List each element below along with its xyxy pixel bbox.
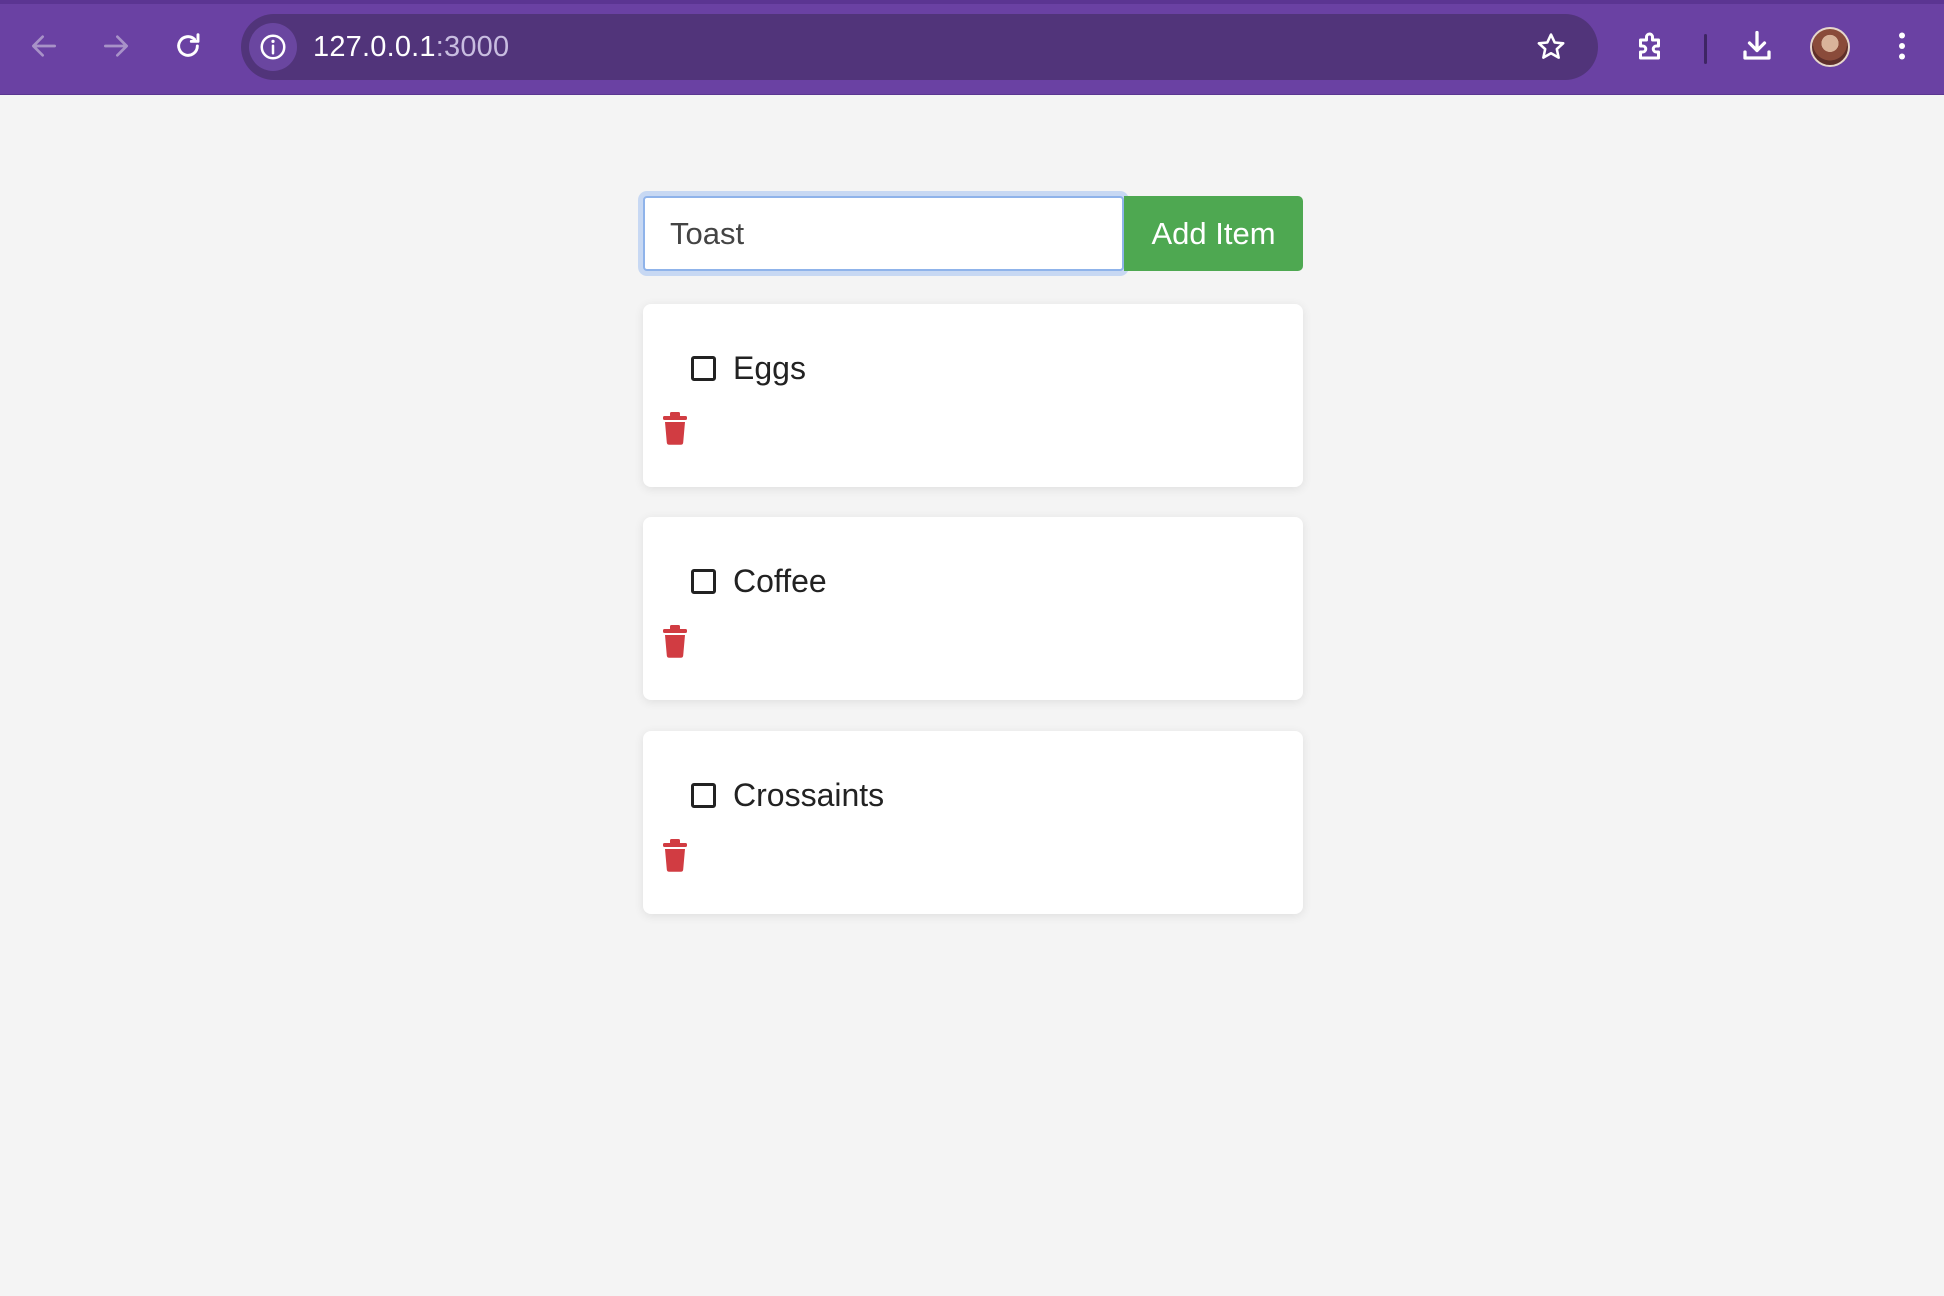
forward-button[interactable] bbox=[92, 22, 140, 70]
forward-arrow-icon bbox=[104, 35, 128, 57]
site-info-icon bbox=[260, 34, 286, 60]
site-info-button[interactable] bbox=[249, 23, 297, 71]
more-menu-icon bbox=[1899, 32, 1905, 60]
back-arrow-icon bbox=[32, 35, 56, 57]
list-item: Crossaints bbox=[643, 731, 1303, 914]
item-label: Coffee bbox=[733, 563, 827, 599]
url-host: 127.0.0.1 bbox=[313, 31, 436, 63]
download-icon bbox=[1743, 30, 1771, 60]
add-item-form: Add Item bbox=[643, 196, 1303, 271]
trash-icon[interactable] bbox=[660, 411, 690, 445]
item-checkbox[interactable] bbox=[691, 569, 716, 594]
extensions-icon bbox=[1639, 32, 1660, 60]
item-input[interactable] bbox=[643, 196, 1124, 271]
browser-toolbar: 127.0.0.1:3000 bbox=[0, 0, 1944, 95]
tab-strip-edge bbox=[0, 0, 1944, 4]
list-item: Eggs bbox=[643, 304, 1303, 487]
toolbar-divider bbox=[1704, 34, 1707, 64]
item-checkbox[interactable] bbox=[691, 783, 716, 808]
trash-icon[interactable] bbox=[660, 624, 690, 658]
extensions-button[interactable] bbox=[1629, 24, 1673, 68]
url-port: :3000 bbox=[435, 31, 510, 63]
more-menu-button[interactable] bbox=[1880, 24, 1924, 68]
item-checkbox[interactable] bbox=[691, 356, 716, 381]
item-label: Eggs bbox=[733, 350, 806, 386]
star-icon[interactable] bbox=[1534, 30, 1568, 64]
avatar[interactable] bbox=[1810, 27, 1850, 67]
reload-button[interactable] bbox=[164, 22, 212, 70]
item-label: Crossaints bbox=[733, 777, 885, 813]
trash-icon[interactable] bbox=[660, 838, 690, 872]
back-button[interactable] bbox=[20, 22, 68, 70]
address-bar[interactable]: 127.0.0.1:3000 bbox=[241, 14, 1598, 80]
add-item-button[interactable]: Add Item bbox=[1124, 196, 1303, 271]
list-item: Coffee bbox=[643, 517, 1303, 700]
downloads-button[interactable] bbox=[1735, 24, 1779, 68]
reload-icon bbox=[177, 33, 200, 57]
url-text[interactable]: 127.0.0.1:3000 bbox=[313, 14, 509, 80]
